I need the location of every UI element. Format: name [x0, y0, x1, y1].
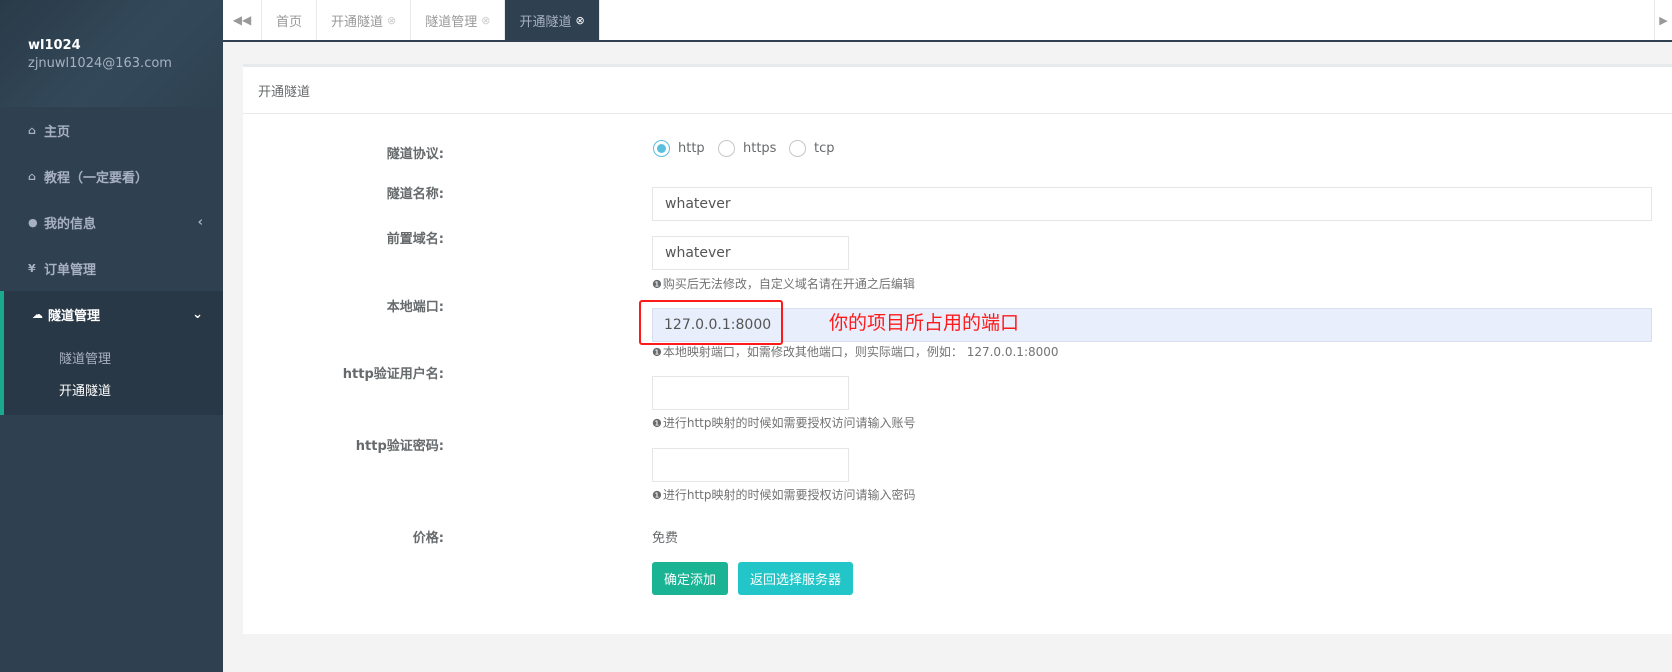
sidebar-item-my-info[interactable]: ● 我的信息 ‹ — [0, 199, 223, 245]
annotation-highlight-box — [639, 300, 783, 345]
tab-bar: ◀◀ 首页 开通隧道 ⊗ 隧道管理 ⊗ 开通隧道 ⊗ ▶ — [223, 0, 1672, 42]
close-icon[interactable]: ⊗ — [576, 14, 585, 27]
chevron-left-icon: ‹ — [197, 214, 203, 230]
local-port-help: ❶本地映射端口，如需修改其他端口，则实际端口，例如： 127.0.0.1:800… — [652, 343, 1059, 360]
protocol-label: 隧道协议: — [386, 147, 444, 162]
tab-home[interactable]: 首页 — [262, 0, 318, 40]
sidebar-item-label: 订单管理 — [44, 262, 97, 278]
price-label: 价格: — [412, 531, 444, 546]
sidebar-item-home[interactable]: ⌂ 主页 — [0, 107, 223, 153]
info-icon: ❶ — [652, 489, 662, 502]
prefix-domain-input[interactable]: whatever — [652, 236, 849, 270]
radio-tcp[interactable]: tcp — [789, 140, 835, 157]
http-pass-input[interactable] — [652, 448, 849, 482]
yen-icon: ¥ — [28, 261, 36, 275]
content-panel: 开通隧道 隧道协议: http https tcp 隧道名称: whatever… — [243, 64, 1672, 634]
sidebar-item-label: 教程（一定要看） — [44, 170, 149, 186]
radio-label: http — [678, 141, 705, 156]
sidebar-submenu: 隧道管理 开通隧道 — [0, 337, 223, 415]
info-icon: ❶ — [652, 346, 662, 359]
info-icon: ❶ — [652, 417, 662, 430]
radio-icon — [718, 140, 735, 157]
sidebar: wl1024 zjnuwl1024@163.com ⌂ 主页 ⌂ 教程（一定要看… — [0, 0, 223, 672]
profile-name[interactable]: wl1024 — [28, 38, 223, 53]
radio-label: tcp — [814, 141, 835, 156]
sidebar-item-tunnels[interactable]: ☁ 隧道管理 ⌄ — [0, 291, 223, 337]
chevron-down-icon: ⌄ — [192, 306, 203, 322]
prefix-domain-label: 前置域名: — [386, 232, 444, 247]
help-text: 购买后无法修改，自定义域名请在开通之后编辑 — [662, 277, 915, 291]
tab-scroll-left-button[interactable]: ◀◀ — [223, 0, 262, 40]
http-user-help: ❶进行http映射的时候如需要授权访问请输入账号 — [652, 414, 916, 431]
http-user-label: http验证用户名: — [342, 367, 444, 382]
submenu-item-open-tunnel[interactable]: 开通隧道 — [4, 373, 223, 405]
sidebar-item-label: 隧道管理 — [48, 308, 101, 324]
back-to-server-button[interactable]: 返回选择服务器 — [738, 562, 854, 595]
home-icon: ⌂ — [28, 169, 36, 183]
price-value: 免费 — [652, 531, 679, 546]
sidebar-profile: wl1024 zjnuwl1024@163.com — [0, 0, 223, 107]
radio-http[interactable]: http — [653, 140, 705, 157]
sidebar-item-orders[interactable]: ¥ 订单管理 — [0, 245, 223, 291]
tunnel-name-input[interactable]: whatever — [652, 187, 1652, 221]
radio-https[interactable]: https — [718, 140, 776, 157]
local-port-input-highlight — [652, 308, 1652, 342]
user-icon: ● — [28, 215, 38, 229]
tunnel-name-label: 隧道名称: — [386, 187, 444, 202]
tab-label: 隧道管理 — [425, 14, 478, 30]
tab-tunnel-manage[interactable]: 隧道管理 ⊗ — [411, 0, 506, 40]
cloud-icon: ☁ — [32, 307, 43, 321]
home-icon: ⌂ — [28, 123, 36, 137]
http-pass-label: http验证密码: — [355, 439, 444, 454]
local-port-label: 本地端口: — [386, 300, 444, 315]
tab-label: 首页 — [276, 14, 303, 30]
tab-open-tunnel-active[interactable]: 开通隧道 ⊗ — [505, 0, 600, 40]
info-icon: ❶ — [652, 278, 662, 291]
sidebar-item-label: 我的信息 — [44, 216, 97, 232]
http-pass-help: ❶进行http映射的时候如需要授权访问请输入密码 — [652, 486, 916, 503]
sidebar-nav: ⌂ 主页 ⌂ 教程（一定要看） ● 我的信息 ‹ ¥ 订单管理 ☁ 隧道管理 ⌄ — [0, 107, 223, 337]
tab-label: 开通隧道 — [519, 14, 572, 30]
close-icon[interactable]: ⊗ — [481, 14, 490, 27]
tab-label: 开通隧道 — [331, 14, 384, 30]
panel-title: 开通隧道 — [243, 67, 1672, 114]
tab-scroll-right-button[interactable]: ▶ — [1654, 0, 1672, 40]
help-text: 本地映射端口，如需修改其他端口，则实际端口，例如： 127.0.0.1:8000 — [662, 345, 1059, 359]
submenu-item-tunnel-manage[interactable]: 隧道管理 — [4, 341, 223, 373]
sidebar-item-tutorial[interactable]: ⌂ 教程（一定要看） — [0, 153, 223, 199]
double-chevron-left-icon: ◀◀ — [232, 13, 252, 27]
close-icon[interactable]: ⊗ — [387, 14, 396, 27]
chevron-right-icon: ▶ — [1659, 13, 1668, 27]
submit-button[interactable]: 确定添加 — [652, 562, 729, 595]
tab-open-tunnel[interactable]: 开通隧道 ⊗ — [317, 0, 412, 40]
sidebar-item-label: 主页 — [44, 124, 71, 140]
annotation-text: 你的项目所占用的端口 — [829, 312, 1020, 334]
profile-email: zjnuwl1024@163.com — [28, 56, 172, 71]
prefix-domain-help: ❶购买后无法修改，自定义域名请在开通之后编辑 — [652, 275, 915, 292]
help-text: 进行http映射的时候如需要授权访问请输入账号 — [662, 416, 916, 430]
radio-label: https — [743, 141, 777, 156]
http-user-input[interactable] — [652, 376, 849, 410]
radio-selected-icon — [653, 140, 670, 157]
help-text: 进行http映射的时候如需要授权访问请输入密码 — [662, 488, 916, 502]
radio-icon — [789, 140, 806, 157]
